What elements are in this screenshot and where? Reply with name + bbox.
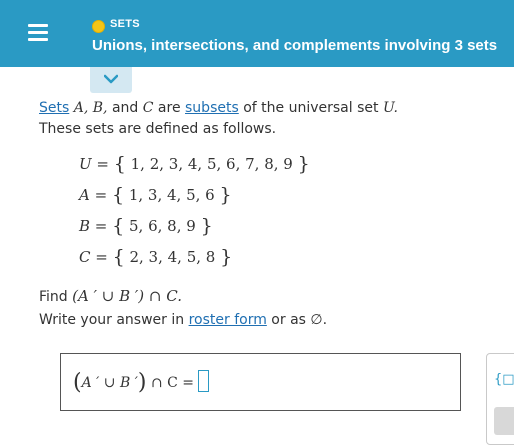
empty-set-symbol: ∅. xyxy=(310,312,328,328)
find-expression: (A ′ ∪ B ′) ∩ C. xyxy=(72,287,182,305)
instruction-prefix: Write your answer in xyxy=(39,312,185,328)
intro-and: and xyxy=(111,100,139,116)
set-elements: 2, 3, 4, 5, 8 xyxy=(129,248,216,266)
set-braces-button[interactable]: {□ xyxy=(494,372,514,387)
intro-vars: A, B, xyxy=(73,100,108,116)
keypad-button[interactable] xyxy=(494,407,514,435)
intro-u: U. xyxy=(382,100,398,116)
sets-link[interactable]: Sets xyxy=(39,100,69,116)
intro-line-1: Sets A, B, and C are subsets of the univ… xyxy=(39,100,398,116)
intro-are: are xyxy=(157,100,181,116)
math-keypad-panel: {□ xyxy=(486,353,514,445)
set-name: B xyxy=(79,217,91,235)
set-definition-u: U = { 1, 2, 3, 4, 5, 6, 7, 8, 9 } xyxy=(79,153,310,175)
intro-rest: of the universal set xyxy=(243,100,379,116)
chevron-down-icon xyxy=(104,74,118,84)
set-name: A xyxy=(79,186,90,204)
answer-expr-left: A ′ ∪ B ′ xyxy=(81,375,138,391)
set-name: C xyxy=(79,248,91,266)
set-definition-a: A = { 1, 3, 4, 5, 6 } xyxy=(79,184,232,206)
set-definition-b: B = { 5, 6, 8, 9 } xyxy=(79,215,213,237)
topic-label: SETS xyxy=(110,18,140,30)
set-elements: 1, 2, 3, 4, 5, 6, 7, 8, 9 xyxy=(130,155,293,173)
menu-icon[interactable] xyxy=(28,24,48,42)
find-line: Find (A ′ ∪ B ′) ∩ C. xyxy=(39,287,182,305)
set-elements: 5, 6, 8, 9 xyxy=(129,217,196,235)
answer-box: (A ′ ∪ B ′) ∩ C = xyxy=(60,353,461,411)
intro-line-2: These sets are defined as follows. xyxy=(39,121,277,137)
subsets-link[interactable]: subsets xyxy=(185,100,239,116)
roster-form-link[interactable]: roster form xyxy=(189,312,267,328)
set-name: U xyxy=(79,155,92,173)
answer-input[interactable] xyxy=(198,370,210,392)
set-definition-c: C = { 2, 3, 4, 5, 8 } xyxy=(79,246,233,268)
instruction-line: Write your answer in roster form or as ∅… xyxy=(39,312,327,328)
instruction-middle: or as xyxy=(271,312,306,328)
intro-c: C xyxy=(142,100,154,116)
find-label: Find xyxy=(39,289,68,305)
header-bar: SETS Unions, intersections, and compleme… xyxy=(0,0,514,67)
answer-expression: (A ′ ∪ B ′) ∩ C = xyxy=(73,368,210,395)
topic-status-dot xyxy=(92,20,105,33)
collapse-toggle-button[interactable] xyxy=(90,67,132,93)
set-elements: 1, 3, 4, 5, 6 xyxy=(128,186,215,204)
page-title: Unions, intersections, and complements i… xyxy=(92,37,498,54)
answer-expr-right: ∩ C = xyxy=(150,375,195,391)
